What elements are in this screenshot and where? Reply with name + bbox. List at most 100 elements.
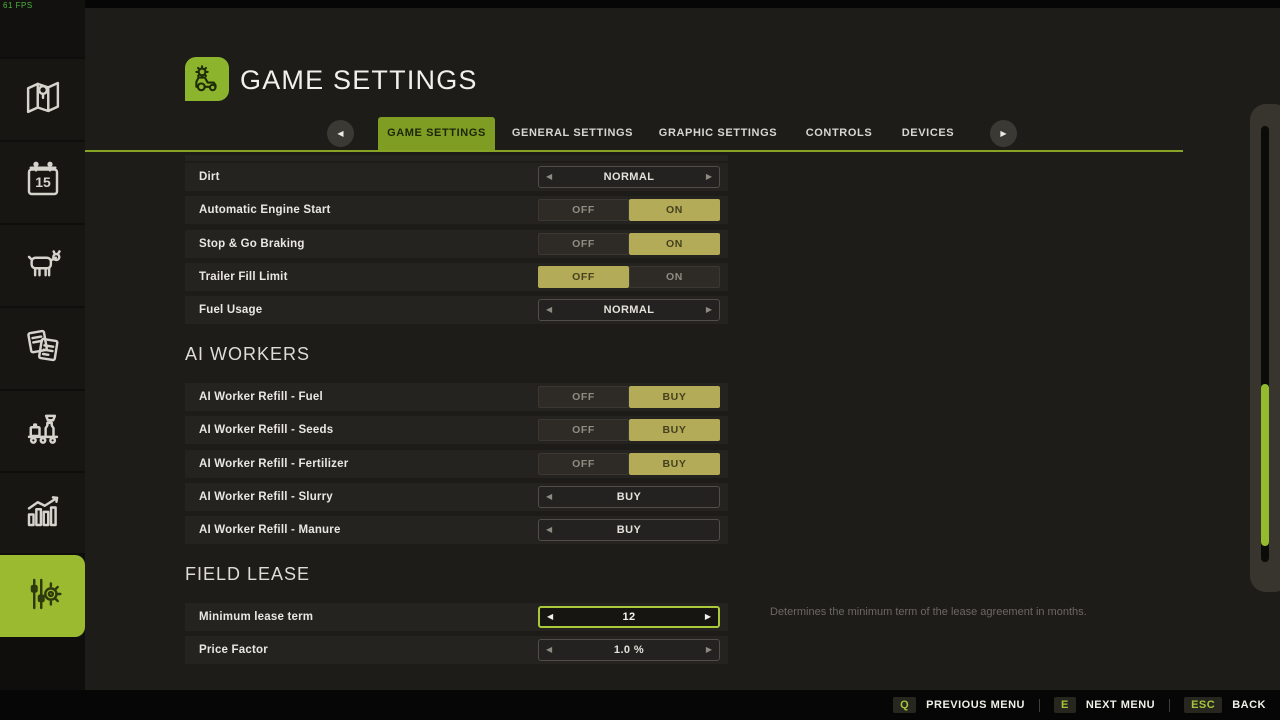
selector-value: 12: [622, 611, 636, 623]
setting-label: AI Worker Refill - Manure: [199, 524, 341, 536]
tab-graphic-settings[interactable]: GRAPHIC SETTINGS: [650, 117, 786, 150]
selector-value: BUY: [616, 491, 642, 503]
production-icon: [22, 408, 64, 455]
toggle-off-button[interactable]: OFF: [538, 266, 629, 288]
setting-label: Dirt: [199, 171, 220, 183]
cow-icon: [22, 242, 64, 289]
settings-sliders-icon: [22, 573, 64, 620]
sidebar-item-calendar[interactable]: 15: [0, 142, 85, 223]
toggle-off-button[interactable]: OFF: [538, 233, 629, 255]
selector-value: 1.0 %: [613, 644, 645, 656]
setting-label: Price Factor: [199, 644, 268, 656]
setting-row-fuel-usage: Fuel Usage ◀ NORMAL ▶: [185, 296, 728, 324]
previous-menu-button[interactable]: Q PREVIOUS MENU: [893, 697, 1025, 713]
setting-label: AI Worker Refill - Seeds: [199, 424, 334, 436]
setting-description: Determines the minimum term of the lease…: [770, 606, 1087, 618]
game-settings-icon: [185, 57, 229, 101]
toggle-on-button[interactable]: ON: [629, 266, 720, 288]
scrollbar-thumb[interactable]: [1261, 384, 1269, 546]
arrow-left-icon: ◀: [337, 129, 344, 138]
selector-fuel-usage[interactable]: ◀ NORMAL ▶: [538, 299, 720, 321]
setting-label: Fuel Usage: [199, 304, 263, 316]
setting-row-ai-refill-slurry: AI Worker Refill - Slurry ◀ BUY ▶: [185, 483, 728, 511]
arrow-right-icon[interactable]: ▶: [706, 300, 712, 320]
contracts-icon: [22, 325, 64, 372]
toggle-trailer-fill-limit: OFF ON: [538, 266, 720, 288]
arrow-right-icon[interactable]: ▶: [706, 167, 712, 187]
toggle-buy-button[interactable]: BUY: [629, 386, 720, 408]
footer-divider: [1038, 698, 1040, 712]
sidebar-item-animals[interactable]: [0, 225, 85, 306]
arrow-left-icon[interactable]: ◀: [546, 167, 552, 187]
selector-value: NORMAL: [603, 304, 655, 316]
settings-panel: GAME SETTINGS ◀ GAME SETTINGS GENERAL SE…: [85, 8, 1280, 690]
sidebar-item-map[interactable]: [0, 59, 85, 140]
partial-row: [185, 155, 728, 161]
tab-underline: [85, 150, 1183, 152]
setting-row-price-factor: Price Factor ◀ 1.0 % ▶: [185, 636, 728, 664]
setting-label: Minimum lease term: [199, 611, 314, 623]
setting-row-dirt: Dirt ◀ NORMAL ▶: [185, 163, 728, 191]
game-settings-screen: 61 FPS 15 GAME SETTINGS ◀ GAME SETTINGS …: [0, 0, 1280, 720]
selector-price-factor[interactable]: ◀ 1.0 % ▶: [538, 639, 720, 661]
setting-row-stop-go-braking: Stop & Go Braking OFF ON: [185, 230, 728, 258]
footer-divider: [1169, 698, 1171, 712]
tab-devices[interactable]: DEVICES: [887, 117, 969, 150]
next-menu-label: NEXT MENU: [1085, 699, 1156, 711]
statistics-icon: [22, 490, 64, 537]
arrow-left-icon[interactable]: ◀: [546, 520, 552, 540]
toggle-buy-button[interactable]: BUY: [629, 453, 720, 475]
toggle-off-button[interactable]: OFF: [538, 419, 629, 441]
tabs-previous-button[interactable]: ◀: [327, 120, 354, 147]
fps-counter: 61 FPS: [3, 1, 33, 10]
toggle-off-button[interactable]: OFF: [538, 453, 629, 475]
setting-label: AI Worker Refill - Slurry: [199, 491, 333, 503]
setting-row-minimum-lease-term: Minimum lease term ◀ 12 ▶: [185, 603, 728, 631]
toggle-on-button[interactable]: ON: [629, 233, 720, 255]
next-menu-button[interactable]: E NEXT MENU: [1053, 697, 1156, 713]
svg-text:15: 15: [35, 174, 51, 190]
back-label: BACK: [1232, 699, 1266, 711]
tab-general-settings[interactable]: GENERAL SETTINGS: [505, 117, 640, 150]
selector-minimum-lease-term[interactable]: ◀ 12 ▶: [538, 606, 720, 628]
selector-ai-refill-manure[interactable]: ◀ BUY ▶: [538, 519, 720, 541]
tab-controls[interactable]: CONTROLS: [798, 117, 880, 150]
setting-row-ai-refill-seeds: AI Worker Refill - Seeds OFF BUY: [185, 416, 728, 444]
toggle-ai-refill-fuel: OFF BUY: [538, 386, 720, 408]
scrollbar-track[interactable]: [1261, 126, 1269, 562]
sidebar-item-production[interactable]: [0, 391, 85, 471]
toggle-off-button[interactable]: OFF: [538, 199, 629, 221]
selector-ai-refill-slurry[interactable]: ◀ BUY ▶: [538, 486, 720, 508]
toggle-off-button[interactable]: OFF: [538, 386, 629, 408]
toggle-ai-refill-fertilizer: OFF BUY: [538, 453, 720, 475]
sidebar-item-contracts[interactable]: [0, 308, 85, 389]
back-button[interactable]: ESC BACK: [1184, 697, 1266, 713]
arrow-left-icon[interactable]: ◀: [546, 300, 552, 320]
toggle-buy-button[interactable]: BUY: [629, 419, 720, 441]
previous-menu-label: PREVIOUS MENU: [926, 699, 1025, 711]
arrow-right-icon[interactable]: ▶: [705, 608, 711, 626]
sidebar-item-game-settings[interactable]: [0, 555, 92, 637]
footer-bar: Q PREVIOUS MENU E NEXT MENU ESC BACK: [0, 690, 1280, 720]
setting-row-automatic-engine-start: Automatic Engine Start OFF ON: [185, 196, 728, 224]
sidebar-item-statistics[interactable]: [0, 473, 85, 553]
section-heading-ai-workers: AI WORKERS: [185, 344, 311, 364]
key-hint-e: E: [1053, 697, 1076, 713]
arrow-left-icon[interactable]: ◀: [546, 487, 552, 507]
setting-row-ai-refill-fertilizer: AI Worker Refill - Fertilizer OFF BUY: [185, 450, 728, 478]
arrow-left-icon[interactable]: ◀: [546, 640, 552, 660]
section-heading-field-lease: FIELD LEASE: [185, 564, 311, 584]
selector-dirt[interactable]: ◀ NORMAL ▶: [538, 166, 720, 188]
toggle-on-button[interactable]: ON: [629, 199, 720, 221]
sidebar: 15: [0, 0, 92, 690]
key-hint-esc: ESC: [1184, 697, 1223, 713]
calendar-icon: 15: [22, 159, 64, 206]
toggle-automatic-engine-start: OFF ON: [538, 199, 720, 221]
setting-row-trailer-fill-limit: Trailer Fill Limit OFF ON: [185, 263, 728, 291]
setting-row-ai-refill-fuel: AI Worker Refill - Fuel OFF BUY: [185, 383, 728, 411]
tab-game-settings[interactable]: GAME SETTINGS: [378, 117, 495, 150]
tabs-next-button[interactable]: ▶: [990, 120, 1017, 147]
arrow-left-icon[interactable]: ◀: [547, 608, 553, 626]
selector-value: BUY: [616, 524, 642, 536]
arrow-right-icon[interactable]: ▶: [706, 640, 712, 660]
